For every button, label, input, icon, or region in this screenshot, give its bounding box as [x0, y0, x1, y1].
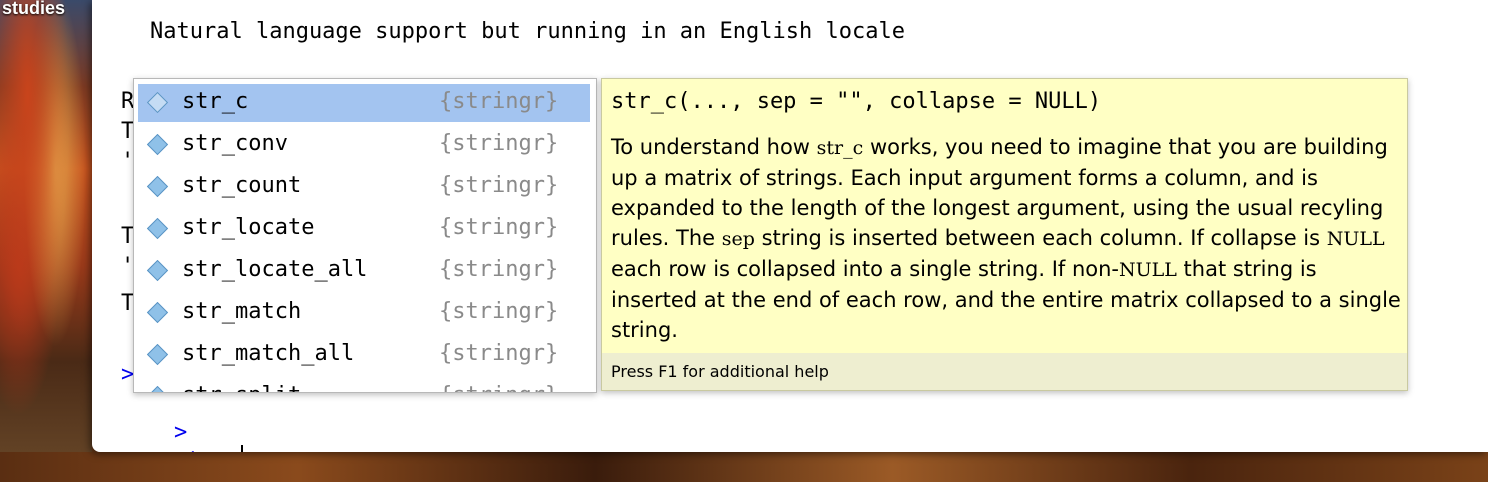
function-icon	[146, 343, 169, 366]
autocomplete-item-package: {stringr}	[439, 173, 559, 198]
autocomplete-item[interactable]: str_split {stringr}	[138, 378, 590, 392]
autocomplete-item-package: {stringr}	[439, 257, 559, 282]
description-text: string is inserted between each column. …	[754, 226, 1327, 250]
autocomplete-item-name: str_c	[182, 89, 249, 114]
help-footer-text: Press F1 for additional help	[611, 362, 829, 381]
function-icon	[146, 175, 169, 198]
autocomplete-item[interactable]: str_locate {stringr}	[138, 210, 590, 248]
console-output-line: Natural language support but running in …	[150, 19, 905, 44]
text-cursor	[241, 445, 244, 452]
autocomplete-item-name: str_split	[182, 383, 301, 392]
console-input-line[interactable]: > str_c	[121, 395, 244, 452]
autocomplete-item-package: {stringr}	[439, 383, 558, 392]
desktop-folder-label[interactable]: studies	[2, 0, 65, 19]
autocomplete-item[interactable]: str_match {stringr}	[138, 294, 590, 332]
description-code: sep	[721, 228, 755, 250]
prompt-symbol: >	[173, 420, 188, 445]
autocomplete-item-name: str_count	[182, 173, 302, 198]
console-input[interactable]: str_c	[174, 448, 240, 452]
autocomplete-item[interactable]: str_conv {stringr}	[138, 126, 590, 164]
autocomplete-item-name: str_locate_all	[182, 257, 368, 282]
autocomplete-item-package: {stringr}	[439, 215, 559, 240]
autocomplete-item-package: {stringr}	[439, 89, 559, 114]
function-icon	[146, 385, 169, 392]
description-text: To understand how	[611, 135, 817, 159]
autocomplete-item[interactable]: str_count {stringr}	[138, 168, 590, 206]
autocomplete-item-name: str_match	[182, 299, 302, 324]
autocomplete-list[interactable]: str_c {stringr} str_conv {stringr} str_c…	[133, 78, 597, 393]
autocomplete-item[interactable]: str_locate_all {stringr}	[138, 252, 590, 290]
autocomplete-item-name: str_match_all	[182, 341, 355, 366]
description-code: NULL	[1326, 228, 1385, 250]
function-icon	[146, 301, 169, 324]
function-icon	[146, 259, 169, 282]
autocomplete-item[interactable]: str_match_all {stringr}	[138, 336, 590, 374]
autocomplete-item-name: str_conv	[182, 131, 288, 156]
help-footer: Press F1 for additional help	[602, 353, 1407, 390]
function-icon	[146, 217, 169, 240]
autocomplete-item-package: {stringr}	[439, 131, 559, 156]
desktop-wallpaper	[0, 0, 92, 482]
function-icon	[146, 133, 169, 156]
function-help-tooltip: str_c(..., sep = "", collapse = NULL) To…	[601, 78, 1408, 391]
description-code: NULL	[1119, 259, 1177, 281]
description-text: each row is collapsed into a single stri…	[611, 257, 1119, 281]
description-code: str_c	[816, 137, 864, 159]
autocomplete-item-package: {stringr}	[439, 299, 559, 324]
autocomplete-item[interactable]: str_c {stringr}	[138, 84, 590, 122]
function-description: To understand how str_c works, you need …	[611, 132, 1401, 345]
desktop-wallpaper-bottom	[0, 452, 1488, 482]
function-icon	[146, 91, 169, 114]
autocomplete-item-name: str_locate	[182, 215, 315, 240]
autocomplete-item-package: {stringr}	[439, 341, 559, 366]
function-signature: str_c(..., sep = "", collapse = NULL)	[611, 89, 1102, 114]
